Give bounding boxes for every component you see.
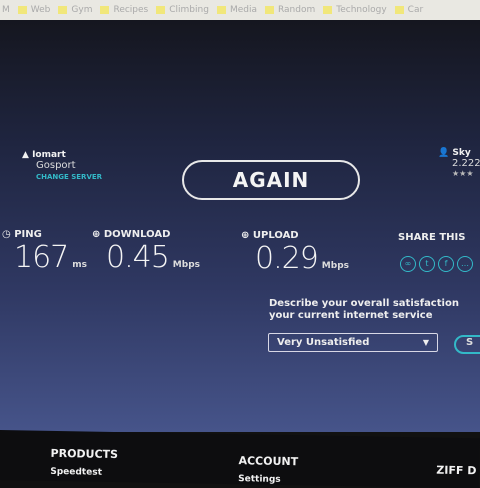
ping-result: ◷ PING 167 ms: [2, 229, 87, 275]
share-label: SHARE THIS: [398, 232, 466, 243]
isp-rating[interactable]: ★★★: [452, 169, 480, 178]
bookmark-label: Car: [407, 5, 424, 15]
bookmark-climbing[interactable]: Climbing: [156, 5, 209, 15]
folder-icon: [100, 6, 110, 14]
submit-button[interactable]: S: [454, 335, 480, 354]
bookmark-gym[interactable]: Gym: [58, 5, 92, 15]
bookmark-label: M: [2, 5, 10, 15]
bookmark-random[interactable]: Random: [264, 5, 316, 15]
bookmark-label: Web: [30, 5, 51, 15]
bookmark[interactable]: M: [2, 5, 10, 15]
folder-icon: [156, 6, 166, 14]
download-icon: ⊕: [92, 229, 104, 240]
again-button[interactable]: AGAIN: [182, 160, 360, 200]
satisfaction-value: Very Unsatisfied: [277, 337, 370, 348]
ping-icon: ◷: [2, 229, 15, 240]
bookmark-technology[interactable]: Technology: [323, 5, 387, 15]
survey-prompt: Describe your overall satisfaction your …: [269, 298, 459, 322]
isp-info: 👤 Sky 2.222 ★★★: [438, 148, 480, 178]
server-info: ▲ Iomart Gosport CHANGE SERVER: [22, 150, 102, 181]
isp-name: Sky: [452, 148, 471, 158]
twitter-icon[interactable]: t: [419, 256, 435, 272]
bookmark-media[interactable]: Media: [216, 5, 257, 15]
chevron-down-icon: ▼: [422, 338, 429, 347]
bookmark-car[interactable]: Car: [394, 5, 424, 15]
bookmark-label: Gym: [71, 5, 93, 15]
bookmark-label: Media: [229, 5, 257, 15]
server-host: Iomart: [32, 150, 66, 160]
download-value: 0.45: [106, 240, 170, 275]
speedtest-main: [0, 20, 480, 432]
upload-icon: ⊕: [241, 230, 253, 241]
upload-result: ⊕ UPLOAD 0.29 Mbps: [241, 230, 349, 276]
footer-account-heading: ACCOUNT: [238, 454, 299, 469]
bookmarks-bar: M Web Gym Recipes Climbing Media Random …: [0, 0, 480, 20]
download-result: ⊕ DOWNLOAD 0.45 Mbps: [92, 229, 200, 275]
upload-value: 0.29: [255, 241, 319, 276]
folder-icon: [216, 6, 226, 14]
survey-line-2: your current internet service: [269, 310, 433, 321]
user-icon: 👤: [438, 148, 450, 158]
footer: PRODUCTS Speedtest ACCOUNT Settings ZIFF…: [0, 430, 480, 488]
footer-speedtest-link[interactable]: Speedtest: [50, 467, 102, 478]
server-icon: ▲: [22, 150, 33, 160]
more-icon[interactable]: …: [457, 256, 473, 272]
footer-products-heading: PRODUCTS: [50, 446, 119, 462]
server-city: Gosport: [36, 160, 76, 171]
download-unit: Mbps: [172, 260, 200, 270]
link-icon[interactable]: ∞: [400, 256, 416, 272]
isp-ip: 2.222: [452, 158, 480, 169]
upload-unit: Mbps: [321, 261, 349, 271]
bookmark-recipes[interactable]: Recipes: [100, 5, 148, 15]
bookmark-label: Recipes: [113, 5, 149, 15]
folder-icon: [323, 6, 333, 14]
ping-unit: ms: [72, 260, 88, 270]
bookmark-label: Climbing: [169, 5, 209, 15]
change-server-link[interactable]: CHANGE SERVER: [36, 173, 102, 181]
folder-icon: [58, 6, 68, 14]
folder-icon: [17, 6, 27, 14]
facebook-icon[interactable]: f: [438, 256, 454, 272]
download-label: DOWNLOAD: [103, 229, 171, 240]
ping-value: 167: [14, 240, 69, 275]
survey-line-1: Describe your overall satisfaction: [269, 298, 459, 309]
folder-icon: [394, 6, 404, 14]
bookmark-label: Random: [277, 5, 316, 15]
footer-ziff-heading: ZIFF D: [436, 463, 477, 478]
ping-label: PING: [14, 229, 42, 240]
share-section: SHARE THIS ∞ t f…: [398, 232, 476, 272]
satisfaction-select[interactable]: Very Unsatisfied ▼: [268, 333, 438, 352]
bookmark-label: Technology: [336, 5, 387, 15]
bookmark-web[interactable]: Web: [17, 5, 51, 15]
upload-label: UPLOAD: [252, 230, 299, 241]
folder-icon: [264, 6, 274, 14]
